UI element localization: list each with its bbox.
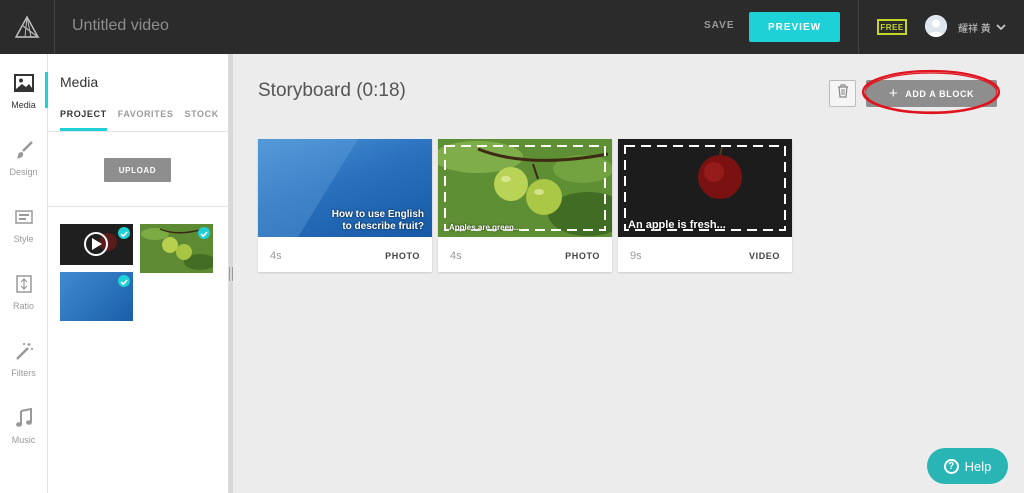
media-panel: Media PROJECT FAVORITES STOCK UPLOAD xyxy=(48,54,229,493)
user-name[interactable]: 耀祥 黃 xyxy=(958,20,991,35)
save-button[interactable]: SAVE xyxy=(704,20,735,31)
ratio-icon xyxy=(13,273,35,295)
check-icon xyxy=(118,275,130,287)
divider xyxy=(48,206,229,207)
rail-label: Style xyxy=(13,234,34,244)
video-title[interactable]: Untitled video xyxy=(72,17,169,35)
rail-label: Ratio xyxy=(12,301,34,311)
media-thumbnail-photo[interactable] xyxy=(60,272,133,321)
tab-project[interactable]: PROJECT xyxy=(60,109,107,131)
card-media: How to use English to describe fruit? xyxy=(258,139,432,237)
add-block-button[interactable]: + ADD A BLOCK xyxy=(866,80,997,107)
style-icon xyxy=(13,206,35,228)
image-icon xyxy=(13,72,35,94)
music-note-icon xyxy=(13,407,35,429)
rail-item-music[interactable]: Music xyxy=(0,389,47,451)
rail-item-ratio[interactable]: Ratio xyxy=(0,255,47,317)
rail-item-media[interactable]: Media xyxy=(0,54,48,116)
card-media: An apple is fresh... xyxy=(618,139,792,237)
media-thumbnail-photo[interactable] xyxy=(140,224,213,273)
storyboard-card[interactable]: How to use English to describe fruit? 4s… xyxy=(258,139,432,272)
storyboard-card[interactable]: Apples are green... 4s PHOTO xyxy=(438,139,612,272)
magic-wand-icon xyxy=(13,340,35,362)
help-label: Help xyxy=(964,458,992,474)
card-duration: 4s xyxy=(270,250,282,262)
card-type: PHOTO xyxy=(565,251,600,261)
preview-button[interactable]: PREVIEW xyxy=(749,12,840,42)
card-caption: How to use English xyxy=(331,209,424,220)
check-icon xyxy=(198,227,210,239)
tab-favorites[interactable]: FAVORITES xyxy=(118,109,174,131)
brush-icon xyxy=(13,139,35,161)
rail-label: Design xyxy=(9,167,38,177)
card-duration: 4s xyxy=(450,250,462,262)
grip-icon[interactable] xyxy=(229,267,233,281)
storyboard-card[interactable]: An apple is fresh... 9s VIDEO xyxy=(618,139,792,272)
topbar-divider xyxy=(858,0,859,54)
delete-button[interactable] xyxy=(829,80,856,107)
card-caption: Apples are green... xyxy=(449,223,521,232)
rail-item-design[interactable]: Design xyxy=(0,121,47,183)
card-caption: to describe fruit? xyxy=(342,221,424,232)
tool-rail: Media Design Style Ratio Filters Music xyxy=(0,54,48,493)
card-type: PHOTO xyxy=(385,251,420,261)
rail-label: Media xyxy=(11,100,36,110)
add-block-label: ADD A BLOCK xyxy=(905,88,975,99)
card-duration: 9s xyxy=(630,250,642,262)
check-icon xyxy=(118,227,130,239)
app-logo-icon[interactable] xyxy=(0,0,54,54)
chevron-down-icon[interactable] xyxy=(996,19,1006,37)
question-icon: ? xyxy=(943,458,959,474)
card-caption: An apple is fresh... xyxy=(628,219,726,231)
rail-item-style[interactable]: Style xyxy=(0,188,47,250)
rail-item-filters[interactable]: Filters xyxy=(0,322,47,384)
avatar[interactable] xyxy=(925,15,947,37)
rail-label: Music xyxy=(11,435,36,445)
tab-stock[interactable]: STOCK xyxy=(184,109,218,131)
help-button[interactable]: ? Help xyxy=(927,448,1008,484)
storyboard-title: Storyboard (0:18) xyxy=(258,80,406,101)
plus-icon: + xyxy=(888,85,899,102)
rail-label: Filters xyxy=(11,368,36,378)
media-thumbnail-video[interactable] xyxy=(60,224,133,265)
panel-title: Media xyxy=(60,74,99,90)
top-bar: Untitled video SAVE PREVIEW FREE 耀祥 黃 xyxy=(0,0,1024,54)
card-media: Apples are green... xyxy=(438,139,612,237)
trash-icon xyxy=(837,84,849,103)
upload-button[interactable]: UPLOAD xyxy=(104,158,171,182)
plan-badge[interactable]: FREE xyxy=(877,19,907,35)
divider xyxy=(48,131,229,132)
card-type: VIDEO xyxy=(748,251,780,261)
panel-tabs: PROJECT FAVORITES STOCK xyxy=(60,109,230,131)
topbar-divider xyxy=(54,0,55,54)
